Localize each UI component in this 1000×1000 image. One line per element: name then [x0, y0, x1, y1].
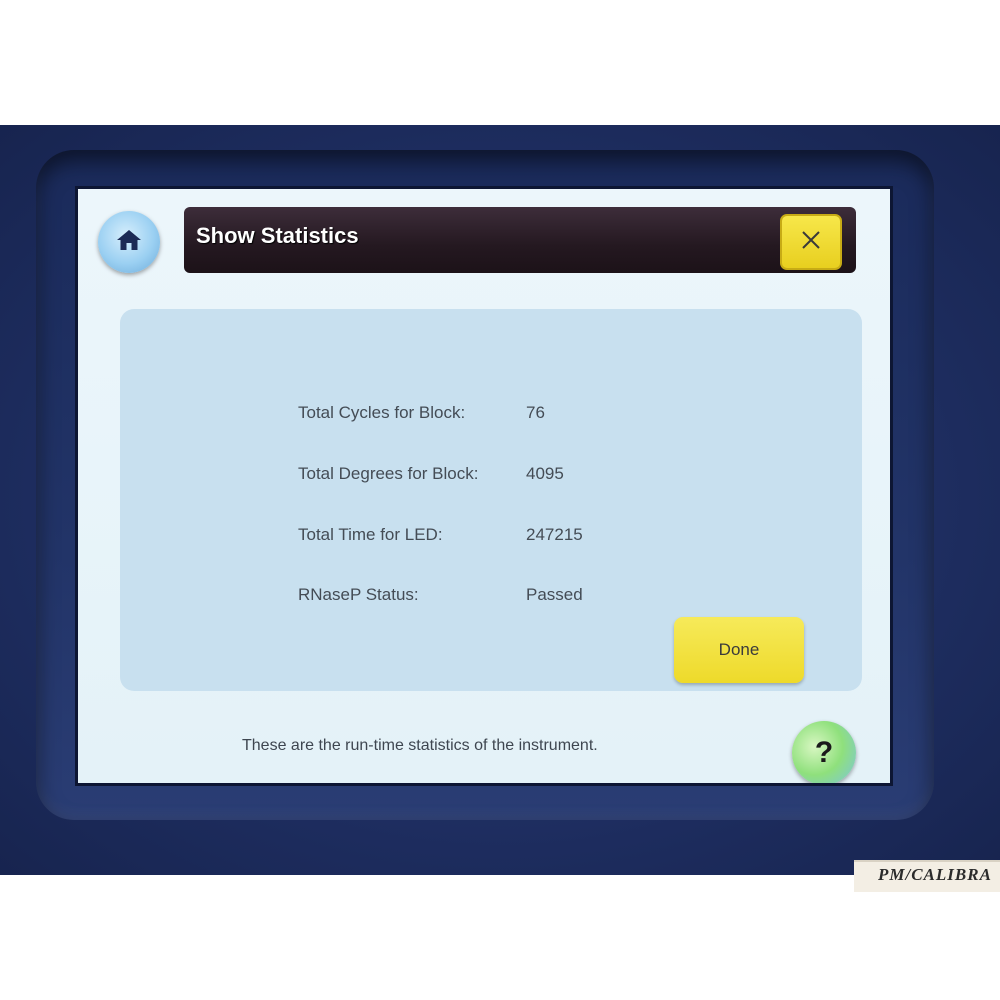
- statistics-panel: Total Cycles for Block: 76 Total Degrees…: [120, 309, 862, 691]
- stat-row-led-time: Total Time for LED: 247215: [298, 525, 718, 555]
- stat-label: Total Cycles for Block:: [298, 403, 466, 422]
- done-button[interactable]: Done: [674, 617, 804, 683]
- close-icon: [800, 229, 822, 255]
- home-button[interactable]: [98, 211, 160, 273]
- stat-row-rnasep-status: RNaseP Status: Passed: [298, 585, 718, 615]
- stat-value: 4095: [526, 464, 564, 483]
- stat-row-total-cycles: Total Cycles for Block: 76: [298, 403, 718, 433]
- calibration-sticker: PM/CALIBRA: [854, 860, 1000, 892]
- stat-label: Total Degrees for Block:: [298, 464, 479, 483]
- help-button[interactable]: ?: [792, 721, 856, 783]
- stat-value: Passed: [526, 585, 583, 604]
- touchscreen: Show Statistics Total Cycles for Block: …: [78, 189, 890, 783]
- help-icon: ?: [814, 736, 834, 769]
- sticker-text: PM/CALIBRA: [878, 865, 992, 884]
- title-bar: Show Statistics: [184, 207, 856, 273]
- stat-value: 247215: [526, 525, 583, 544]
- close-button[interactable]: [780, 214, 842, 270]
- stat-label: RNaseP Status:: [298, 585, 419, 604]
- stat-value: 76: [526, 403, 545, 422]
- stat-row-total-degrees: Total Degrees for Block: 4095: [298, 464, 718, 494]
- page-title: Show Statistics: [196, 223, 359, 248]
- stat-label: Total Time for LED:: [298, 525, 443, 544]
- status-message: These are the run-time statistics of the…: [242, 737, 598, 754]
- home-icon: [116, 228, 142, 256]
